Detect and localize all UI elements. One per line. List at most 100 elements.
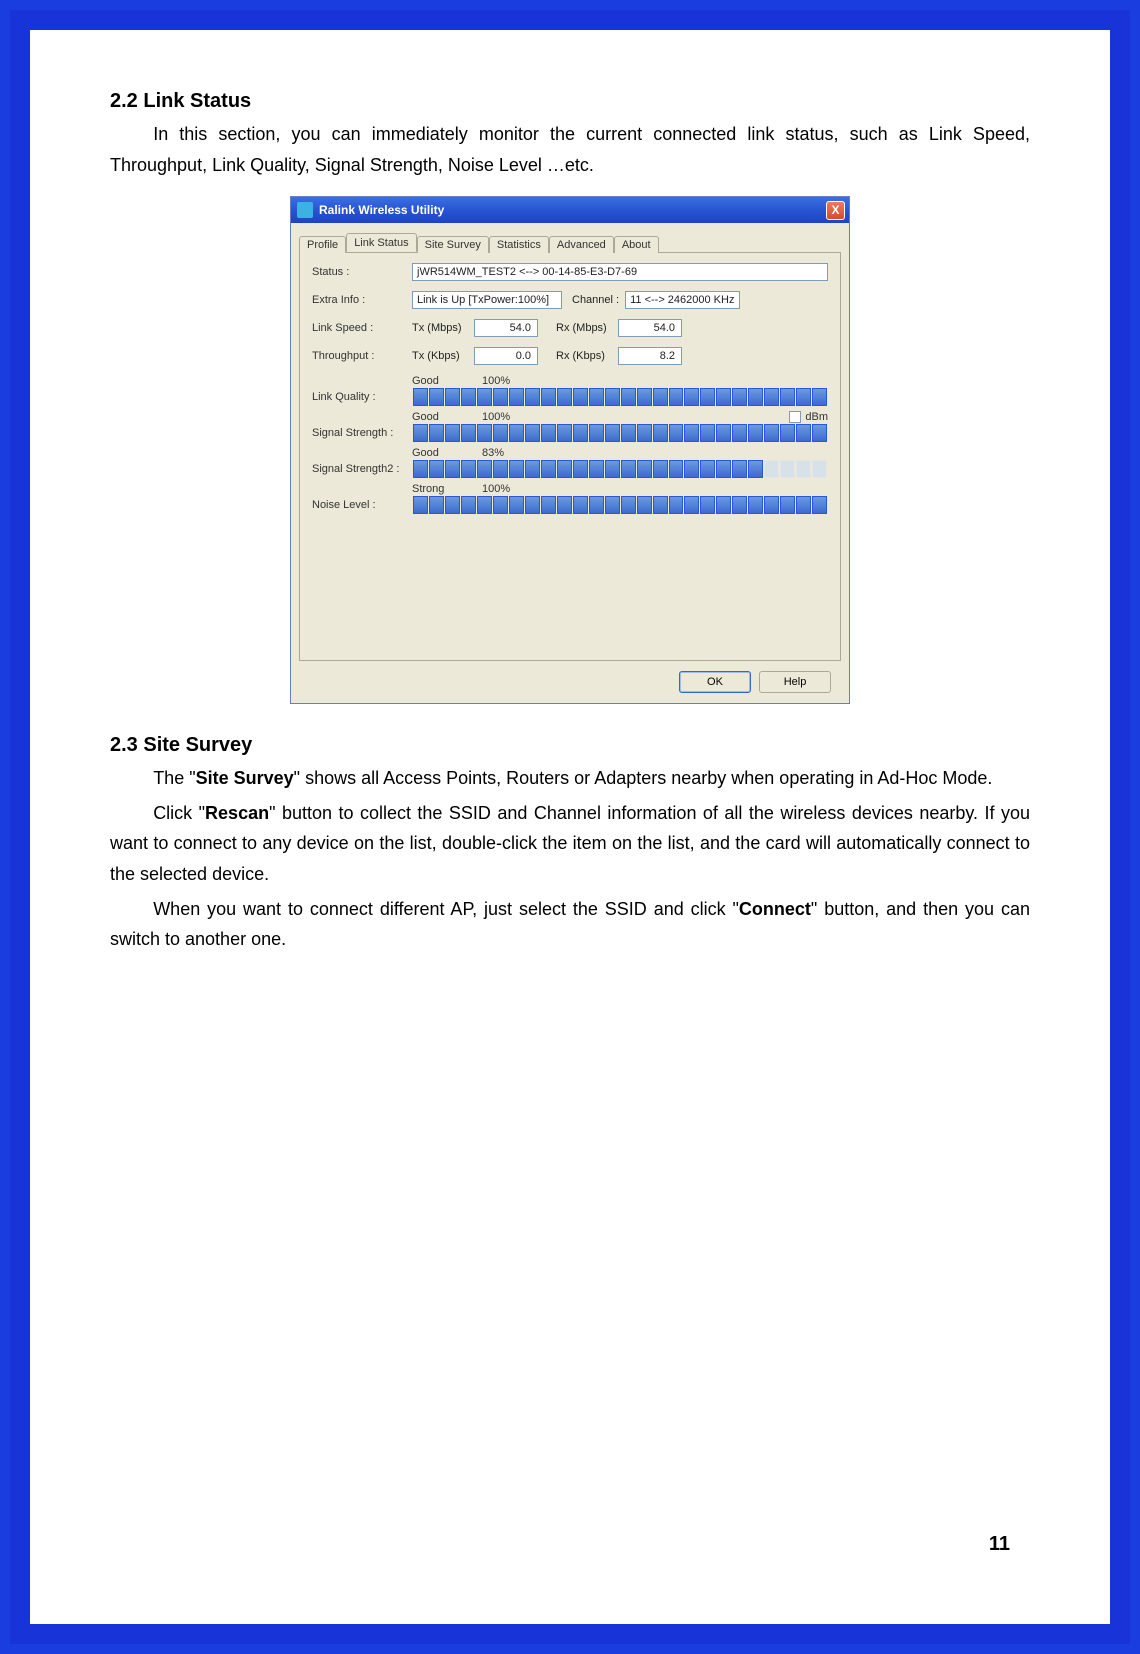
bar-segment [429,460,444,478]
channel-label: Channel : [572,294,619,306]
bar-segment [541,424,556,442]
bar-segment [541,460,556,478]
bar-segment [796,424,811,442]
channel-value[interactable]: 11 <--> 2462000 KHz [625,291,740,309]
section-22-paragraph: In this section, you can immediately mon… [110,119,1030,180]
bar-segment [716,460,731,478]
bar-segment [445,424,460,442]
bar-segment [541,388,556,406]
signal-strength2-label: Signal Strength2 : [312,463,412,475]
bar-segment [477,424,492,442]
signal-strength2-bar [412,459,828,479]
bar-segment [589,388,604,406]
bar-segment [812,388,827,406]
noise-level-quality: Strong [412,483,482,495]
bar-segment [637,424,652,442]
bar-segment [493,460,508,478]
signal-strength-percent: 100% [482,411,582,423]
bar-segment [669,460,684,478]
bar-segment [461,460,476,478]
link-speed-label: Link Speed : [312,322,412,334]
rx-mbps-value: 54.0 [618,319,682,337]
ralink-dialog-window: Ralink Wireless Utility X Profile Link S… [290,196,850,704]
bar-segment [653,388,668,406]
bar-segment [477,388,492,406]
bar-segment [700,388,715,406]
bar-segment [605,424,620,442]
section-22-heading: 2.2 Link Status [110,90,1030,113]
bar-segment [429,496,444,514]
tab-profile[interactable]: Profile [299,236,346,253]
bar-segment [589,496,604,514]
bar-segment [413,388,428,406]
section-23-p1: The "Site Survey" shows all Access Point… [110,763,1030,794]
rx-kbps-label: Rx (Kbps) [556,350,618,362]
bar-segment [732,460,747,478]
close-icon[interactable]: X [826,201,845,220]
bar-segment [621,388,636,406]
bar-segment [700,496,715,514]
bar-segment [557,460,572,478]
extra-info-label: Extra Info : [312,294,412,306]
bar-segment [748,424,763,442]
bar-segment [748,496,763,514]
bar-segment [812,496,827,514]
dbm-checkbox[interactable] [789,411,801,423]
app-icon [297,202,313,218]
bar-segment [573,388,588,406]
ok-button[interactable]: OK [679,671,751,693]
dbm-label: dBm [805,411,828,423]
bar-segment [669,388,684,406]
bar-segment [669,424,684,442]
section-23-p2: Click "Rescan" button to collect the SSI… [110,798,1030,890]
tab-site-survey[interactable]: Site Survey [417,236,489,253]
noise-level-percent: 100% [482,483,582,495]
link-quality-bar [412,387,828,407]
tab-body: Status : jWR514WM_TEST2 <--> 00-14-85-E3… [299,253,841,661]
bar-segment [780,424,795,442]
tab-link-status[interactable]: Link Status [346,233,416,252]
bar-segment [637,496,652,514]
bar-segment [621,424,636,442]
bar-segment [621,496,636,514]
bar-segment [509,424,524,442]
extra-info-value[interactable]: Link is Up [TxPower:100%] [412,291,562,309]
bar-segment [796,496,811,514]
rx-kbps-value: 8.2 [618,347,682,365]
tab-about[interactable]: About [614,236,659,253]
bar-segment [669,496,684,514]
bar-segment [525,496,540,514]
bar-segment [493,496,508,514]
bar-segment [796,460,811,478]
tab-statistics[interactable]: Statistics [489,236,549,253]
bar-segment [477,496,492,514]
signal-strength-bar [412,423,828,443]
bar-segment [461,388,476,406]
tx-kbps-value: 0.0 [474,347,538,365]
bar-segment [461,496,476,514]
bar-segment [413,460,428,478]
noise-level-bar [412,495,828,515]
bar-segment [716,388,731,406]
tab-row: Profile Link Status Site Survey Statisti… [299,231,841,253]
bar-segment [445,460,460,478]
bar-segment [509,460,524,478]
bar-segment [573,496,588,514]
status-value[interactable]: jWR514WM_TEST2 <--> 00-14-85-E3-D7-69 [412,263,828,281]
bar-segment [413,424,428,442]
bar-segment [493,424,508,442]
bar-segment [716,424,731,442]
bar-segment [589,460,604,478]
bar-segment [461,424,476,442]
bar-segment [573,460,588,478]
bar-segment [413,496,428,514]
help-button[interactable]: Help [759,671,831,693]
bar-segment [653,496,668,514]
bar-segment [573,424,588,442]
bar-segment [748,460,763,478]
bar-segment [684,388,699,406]
signal-strength-label: Signal Strength : [312,427,412,439]
bar-segment [684,460,699,478]
tab-advanced[interactable]: Advanced [549,236,614,253]
bar-segment [621,460,636,478]
